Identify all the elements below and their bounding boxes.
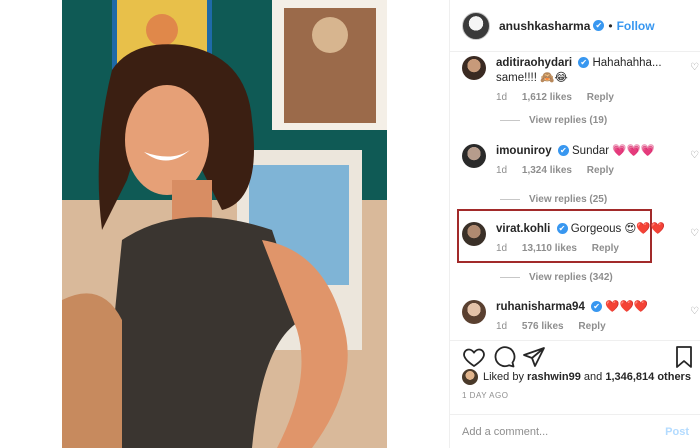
liked-by-label: Liked by (483, 371, 524, 383)
comment-likes[interactable]: 576 likes (522, 321, 564, 332)
comment-likes[interactable]: 1,612 likes (522, 92, 572, 103)
liker-avatar[interactable] (462, 369, 478, 385)
comment-item: virat.kohli ✔ Gorgeous 😍❤️❤️ 1d 13,110 l… (462, 222, 699, 254)
comment-content: ❤️❤️❤️ (605, 301, 649, 313)
comment-like-icon[interactable]: ♡ (690, 150, 699, 161)
replies-divider (500, 120, 520, 121)
comment-like-icon[interactable]: ♡ (690, 62, 699, 73)
comment-composer: Post (450, 414, 700, 448)
liked-by-and: and (583, 371, 603, 383)
post-photo[interactable] (62, 0, 387, 448)
reply-button[interactable]: Reply (587, 165, 614, 176)
separator-dot: • (608, 18, 613, 33)
share-icon[interactable] (522, 345, 546, 369)
photo-panel (0, 0, 449, 448)
commenter-avatar[interactable] (462, 144, 486, 168)
heart-icon[interactable] (462, 345, 486, 369)
author-avatar[interactable] (462, 11, 490, 40)
commenter-avatar[interactable] (462, 300, 486, 324)
comment-item: aditiraohydari ✔ Hahahahha... same!!!! 🙈… (462, 56, 699, 103)
comment-item: imouniroy ✔ Sundar 💗💗💗 1d 1,324 likes Re… (462, 144, 699, 176)
liked-by-summary: Liked by rashwin99 and 1,346,814 others (462, 369, 691, 385)
comment-meta: 1d 13,110 likes Reply (496, 243, 692, 254)
comment-meta: 1d 576 likes Reply (496, 321, 692, 332)
author-username[interactable]: anushkasharma (499, 19, 590, 33)
replies-divider (500, 277, 520, 278)
action-icons (462, 345, 692, 371)
comment-username[interactable]: virat.kohli (496, 223, 550, 235)
post-comment-button[interactable]: Post (665, 426, 689, 438)
view-replies-button[interactable]: View replies (19) (500, 115, 607, 126)
comment-text: virat.kohli ✔ Gorgeous 😍❤️❤️ (496, 222, 681, 237)
reply-button[interactable]: Reply (578, 321, 605, 332)
comment-meta: 1d 1,324 likes Reply (496, 165, 692, 176)
comment-icon[interactable] (492, 345, 516, 369)
verified-badge-icon: ✔ (578, 57, 590, 69)
comment-meta: 1d 1,612 likes Reply (496, 92, 692, 103)
verified-badge-icon: ✔ (557, 145, 569, 157)
comments-list[interactable]: aditiraohydari ✔ Hahahahha... same!!!! 🙈… (450, 52, 700, 340)
bookmark-icon[interactable] (672, 345, 696, 369)
comment-item: ruhanisharma94 ✔ ❤️❤️❤️ 1d 576 likes Rep… (462, 300, 699, 332)
commenter-avatar[interactable] (462, 56, 486, 80)
post-timestamp: 1 DAY AGO (462, 391, 509, 400)
post-photo-illustration (62, 0, 387, 448)
comment-time: 1d (496, 243, 508, 254)
comment-text: aditiraohydari ✔ Hahahahha... same!!!! 🙈… (496, 56, 681, 86)
post-actions: Liked by rashwin99 and 1,346,814 others … (450, 340, 700, 448)
post-header: anushkasharma ✔ • Follow (450, 0, 700, 52)
comment-content: Gorgeous 😍❤️❤️ (570, 223, 666, 235)
view-replies-button[interactable]: View replies (342) (500, 272, 613, 283)
comment-text: ruhanisharma94 ✔ ❤️❤️❤️ (496, 300, 681, 315)
view-replies-label: View replies (342) (529, 272, 613, 283)
view-replies-label: View replies (19) (529, 115, 608, 126)
comment-likes[interactable]: 1,324 likes (522, 165, 572, 176)
comment-like-icon[interactable]: ♡ (690, 306, 699, 317)
liked-by-user[interactable]: rashwin99 (527, 371, 581, 383)
reply-button[interactable]: Reply (587, 92, 614, 103)
commenter-avatar[interactable] (462, 222, 486, 246)
comment-content: Sundar 💗💗💗 (572, 145, 656, 157)
view-replies-button[interactable]: View replies (25) (500, 194, 607, 205)
comment-username[interactable]: ruhanisharma94 (496, 301, 585, 313)
comment-username[interactable]: aditiraohydari (496, 57, 572, 69)
liked-by-count[interactable]: 1,346,814 others (605, 371, 691, 383)
comment-time: 1d (496, 321, 508, 332)
comment-username[interactable]: imouniroy (496, 145, 552, 157)
follow-button[interactable]: Follow (617, 19, 655, 33)
verified-badge-icon: ✔ (556, 223, 568, 235)
comment-likes[interactable]: 13,110 likes (522, 243, 577, 254)
post-side-panel: anushkasharma ✔ • Follow aditiraohydari … (449, 0, 700, 448)
reply-button[interactable]: Reply (592, 243, 619, 254)
view-replies-label: View replies (25) (529, 194, 608, 205)
comment-like-icon[interactable]: ♡ (690, 228, 699, 239)
comment-time: 1d (496, 92, 508, 103)
comment-time: 1d (496, 165, 508, 176)
verified-badge-icon: ✔ (593, 20, 605, 31)
replies-divider (500, 199, 520, 200)
comment-text: imouniroy ✔ Sundar 💗💗💗 (496, 144, 681, 159)
verified-badge-icon: ✔ (591, 301, 603, 313)
comment-input[interactable] (462, 423, 652, 441)
